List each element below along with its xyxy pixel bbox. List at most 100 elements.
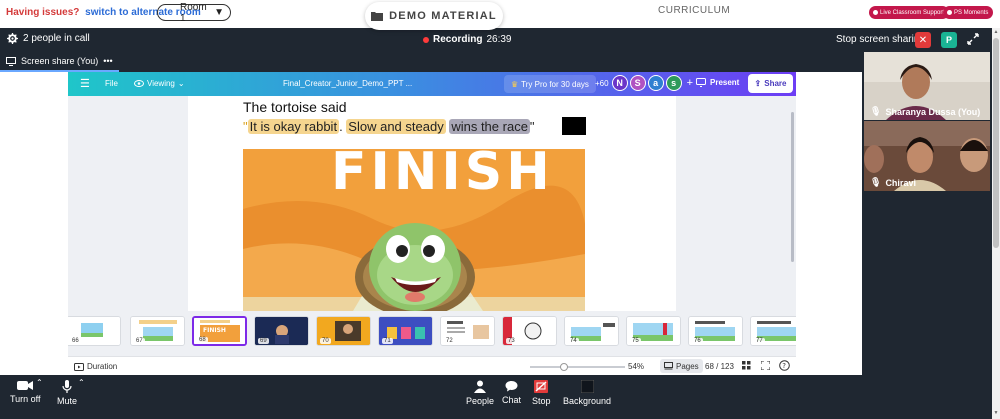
stop-label: Stop	[532, 396, 551, 406]
black-rectangle	[562, 117, 586, 135]
thumbnail-number: 68	[197, 337, 208, 343]
ps-moments-button[interactable]: PS Moments	[943, 6, 994, 19]
thumbnail-number: 67	[134, 338, 145, 344]
pages-icon	[664, 362, 673, 370]
try-pro-button[interactable]: ♛ Try Pro for 30 days	[504, 75, 596, 93]
avatar[interactable]: s	[665, 75, 682, 91]
avatar[interactable]: a	[647, 75, 664, 91]
room-select[interactable]: Room 1 ▼	[157, 2, 231, 24]
page-thumbnail[interactable]: 71	[378, 316, 433, 346]
person-icon	[474, 380, 487, 393]
zoom-slider-handle[interactable]	[560, 363, 568, 371]
page-thumbnail[interactable]: 67	[130, 316, 185, 346]
document-title[interactable]: Final_Creator_Junior_Demo_PPT ...	[283, 79, 412, 88]
thumbnail-number: 76	[692, 338, 703, 344]
fullscreen-icon[interactable]	[761, 361, 770, 370]
thumbnail-number: 74	[568, 338, 579, 344]
share-button[interactable]: ⇪ Share	[748, 74, 793, 93]
file-menu[interactable]: File	[105, 79, 118, 88]
chat-bubble-icon	[505, 381, 518, 392]
add-collaborator-icon[interactable]: +	[687, 77, 693, 89]
participant-name: Chiravi	[885, 177, 916, 188]
zoom-value[interactable]: 54%	[628, 362, 644, 371]
page-scrollbar[interactable]: ▲ ▼	[992, 28, 1000, 419]
share-label: Share	[764, 79, 787, 88]
chat-label: Chat	[502, 395, 522, 405]
folder-icon	[371, 12, 384, 21]
svg-text:?: ?	[782, 362, 786, 370]
participant-name-tag: 🎙 Chiravi	[870, 177, 916, 188]
quote-open: "	[243, 119, 248, 134]
microphone-icon: 🎙	[870, 177, 882, 187]
call-header: 2 people in call Recording 26:39 Stop sc…	[0, 28, 992, 52]
grid-view-icon[interactable]	[742, 361, 751, 370]
thumbnail-number: 71	[382, 338, 393, 344]
participant-video-self[interactable]: 🎙 Sharanya Dussa (You)	[864, 52, 990, 120]
curriculum-tab[interactable]: CURRICULUM	[658, 5, 730, 16]
page-thumbnail[interactable]: 76	[688, 316, 743, 346]
fullscreen-button[interactable]	[967, 33, 979, 48]
thumbnail-number: 69	[258, 338, 269, 344]
people-count-label: 2 people in call	[23, 33, 90, 44]
present-icon	[696, 78, 706, 87]
duration-icon	[74, 362, 84, 371]
stop-sharing-button[interactable]: ✕	[915, 32, 931, 48]
thumbnail-number: 70	[320, 338, 331, 344]
page-thumbnail[interactable]: 69	[254, 316, 309, 346]
recording-label: Recording	[433, 34, 483, 45]
background-label: Background	[563, 396, 612, 406]
finish-word: FINISH	[331, 149, 554, 202]
demo-material-tab[interactable]: DEMO MATERIAL	[365, 2, 503, 30]
present-label: Present	[710, 78, 740, 87]
help-icon[interactable]: ?	[779, 360, 790, 371]
stop-share-button[interactable]: Stop	[532, 380, 551, 406]
tab-screen-share[interactable]: Screen share (You) •••	[0, 52, 119, 72]
more-options-icon[interactable]: •••	[103, 56, 112, 66]
people-label: People	[466, 396, 495, 406]
quote-highlight-2: Slow and steady	[346, 119, 446, 134]
canvas-scrollbar[interactable]	[791, 112, 794, 262]
page-thumbnail[interactable]: 72	[440, 316, 495, 346]
scrollbar-thumb[interactable]	[993, 38, 999, 248]
zoom-slider[interactable]	[530, 363, 625, 371]
page-thumbnail[interactable]: 66	[68, 316, 121, 346]
mic-options-chevron-icon[interactable]: ⌃	[78, 378, 85, 387]
page-thumbnail[interactable]: 70	[316, 316, 371, 346]
duration-button[interactable]: Duration	[74, 362, 117, 371]
present-button[interactable]: Present	[696, 78, 739, 87]
mute-label: Mute	[57, 396, 78, 406]
background-button[interactable]: Background	[563, 380, 611, 406]
avatar[interactable]: S	[629, 75, 646, 91]
upload-icon: ⇪	[754, 79, 762, 88]
camera-options-chevron-icon[interactable]: ⌃	[36, 378, 43, 387]
video-camera-icon	[17, 381, 34, 390]
scroll-down-arrow-icon[interactable]: ▼	[993, 410, 999, 416]
gear-icon[interactable]	[7, 33, 18, 44]
quote-close: "	[529, 119, 535, 134]
menu-icon[interactable]: ☰	[80, 77, 90, 90]
eye-icon	[134, 80, 144, 87]
page-thumbnail[interactable]: 77	[750, 316, 796, 346]
people-button[interactable]: People	[466, 380, 494, 406]
mute-button[interactable]: Mute	[57, 380, 77, 406]
p-button[interactable]: P	[941, 32, 957, 48]
page-thumbnail[interactable]: 75	[626, 316, 681, 346]
recording-time: 26:39	[486, 34, 512, 45]
stop-share-icon	[534, 380, 549, 393]
expand-icon	[967, 33, 979, 45]
live-support-label: Live Classroom Support	[880, 9, 945, 16]
participant-video[interactable]: 🎙 Chiravi	[864, 121, 990, 191]
chat-button[interactable]: Chat	[502, 380, 521, 405]
scroll-up-arrow-icon[interactable]: ▲	[993, 29, 999, 35]
page-thumbnail[interactable]: 74	[564, 316, 619, 346]
extra-collaborators-count[interactable]: +60	[595, 79, 609, 88]
pages-button[interactable]: Pages	[660, 359, 703, 373]
page-thumbnail-selected[interactable]: FINISH 68	[192, 316, 247, 346]
caret-down-icon: ▼	[214, 7, 224, 18]
slide-canvas[interactable]: The tortoise said " It is okay rabbit. Sl…	[188, 96, 676, 311]
page-thumbnail[interactable]: 73	[502, 316, 557, 346]
live-support-button[interactable]: Live Classroom Support	[869, 6, 950, 19]
page-thumbnails: 66 67 FINISH 68 69 70 71 72 73 74 75 76 …	[68, 316, 796, 352]
avatar[interactable]: N	[611, 75, 628, 91]
viewing-dropdown[interactable]: Viewing ⌄	[134, 79, 185, 88]
